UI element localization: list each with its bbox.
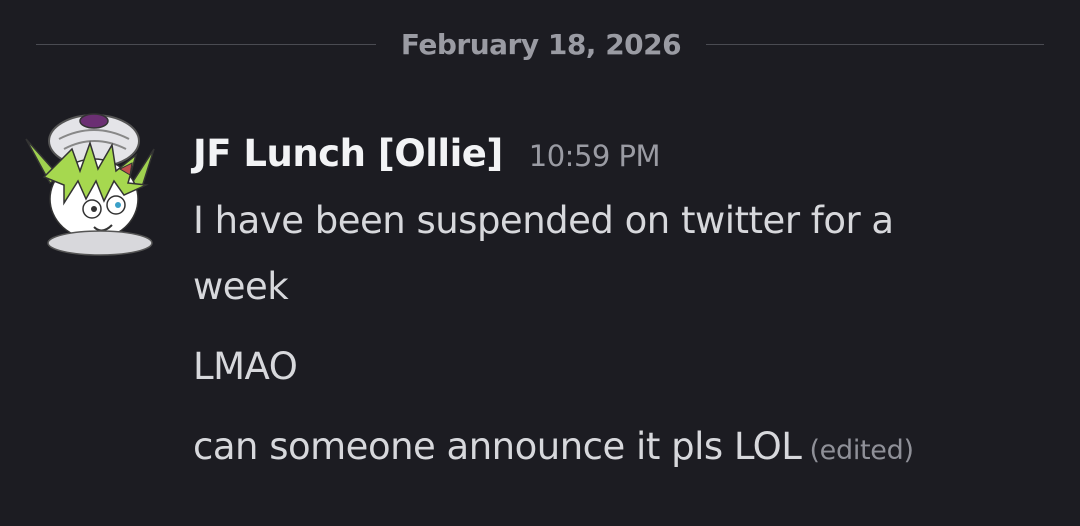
divider-date: February 18, 2026 [400,28,682,61]
message-timestamp[interactable]: 10:59 PM [529,139,661,173]
chat-view: February 18, 2026 JF Lunch [Ollie] 10:59… [0,0,1080,526]
divider-line-left [36,44,376,45]
message-line-4-text: can someone announce it pls LOL [193,425,802,468]
message-header: JF Lunch [Ollie] 10:59 PM [193,132,1053,184]
message-line-2: week [193,265,289,308]
author-name[interactable]: JF Lunch [Ollie] [193,132,503,175]
message-line-4: can someone announce it pls LOL (edited) [193,414,1053,484]
divider-line-right [706,44,1044,45]
edited-label: (edited) [809,435,914,466]
message-line-3: LMAO [193,345,298,388]
message-line-1: I have been suspended on twitter for a [193,199,894,242]
date-divider: February 18, 2026 [36,22,1044,68]
avatar-icon[interactable] [24,111,159,256]
chat-message[interactable]: JF Lunch [Ollie] 10:59 PM I have been su… [193,132,1053,484]
